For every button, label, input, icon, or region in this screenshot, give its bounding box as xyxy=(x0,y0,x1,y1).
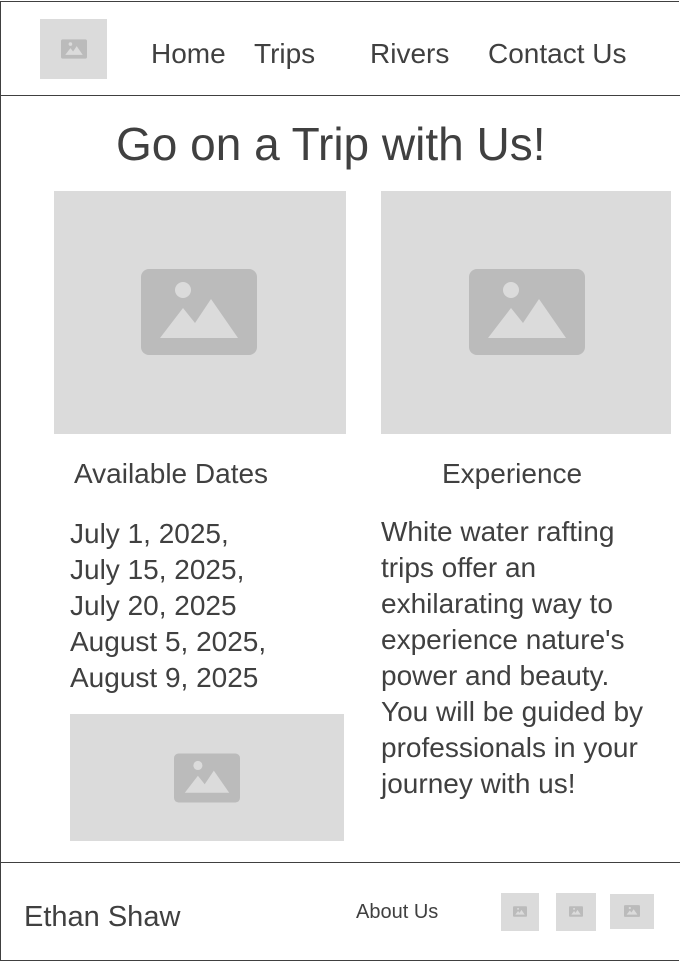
experience-line: journey with us! xyxy=(381,768,576,799)
experience-line: You will be guided by xyxy=(381,696,644,727)
experience-line: professionals in your xyxy=(381,732,638,763)
date-item: July 1, 2025, xyxy=(70,518,229,549)
trip-image-bottom xyxy=(70,714,344,841)
social-icon-1[interactable] xyxy=(501,893,539,931)
footer-name: Ethan Shaw xyxy=(24,901,181,933)
experience-heading: Experience xyxy=(442,458,583,489)
image-icon xyxy=(469,269,585,355)
experience-line: power and beauty. xyxy=(381,660,610,691)
footer-divider xyxy=(0,862,680,863)
dates-list: July 1, 2025, July 15, 2025, July 20, 20… xyxy=(70,516,266,696)
header-divider xyxy=(0,95,680,96)
image-icon xyxy=(61,39,87,59)
social-icon-3[interactable] xyxy=(610,894,654,929)
page-title: Go on a Trip with Us! xyxy=(116,118,546,170)
image-icon xyxy=(513,906,527,917)
image-icon xyxy=(569,906,583,917)
logo-image[interactable] xyxy=(40,19,107,79)
nav-home[interactable]: Home xyxy=(151,38,226,70)
date-item: July 15, 2025, xyxy=(70,554,245,585)
image-icon xyxy=(141,269,257,355)
image-icon xyxy=(624,905,640,917)
about-us-link[interactable]: About Us xyxy=(356,900,438,924)
trip-image-left xyxy=(54,191,346,434)
nav-trips[interactable]: Trips xyxy=(254,38,315,70)
experience-line: exhilarating way to xyxy=(381,588,613,619)
experience-line: trips offer an xyxy=(381,552,537,583)
social-icon-2[interactable] xyxy=(556,893,596,931)
date-item: August 5, 2025, xyxy=(70,626,267,657)
dates-heading: Available Dates xyxy=(74,458,269,489)
image-icon xyxy=(174,753,240,803)
experience-text: White water rafting trips offer an exhil… xyxy=(381,514,643,802)
date-item: July 20, 2025 xyxy=(70,590,237,621)
experience-line: experience nature's xyxy=(381,624,625,655)
nav-rivers[interactable]: Rivers xyxy=(370,38,449,70)
date-item: August 9, 2025 xyxy=(70,662,259,693)
nav-contact-us[interactable]: Contact Us xyxy=(488,38,627,70)
experience-line: White water rafting xyxy=(381,516,615,547)
trip-image-right xyxy=(381,191,671,434)
